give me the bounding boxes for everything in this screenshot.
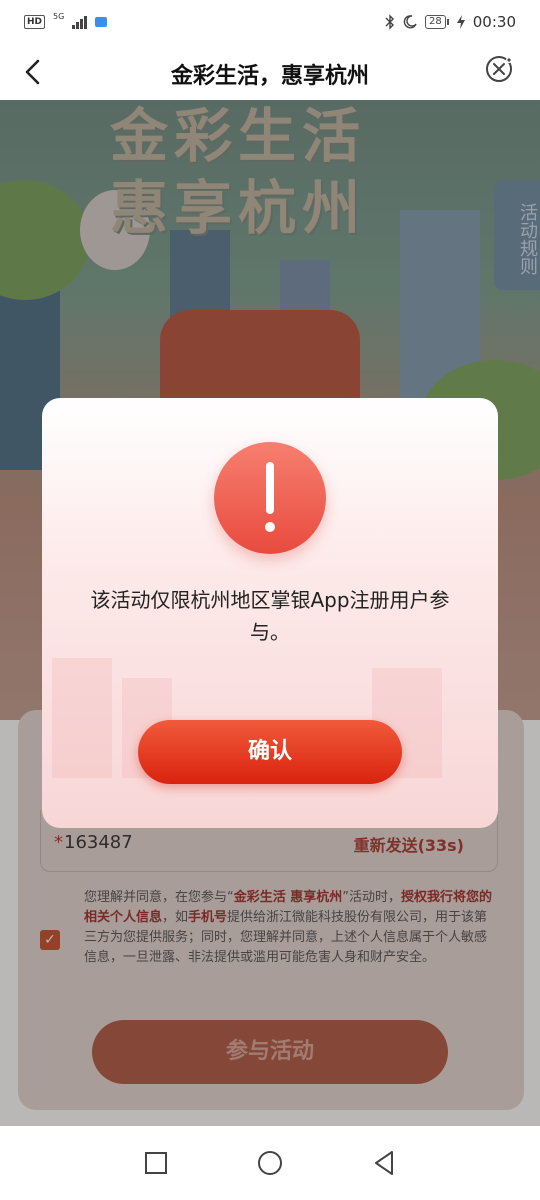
alert-dialog: 该活动仅限杭州地区掌银App注册用户参与。 确认 (42, 398, 498, 828)
status-left: HD 5G (24, 11, 108, 29)
confirm-button[interactable]: 确认 (138, 720, 402, 784)
battery-level: 28 (425, 15, 446, 29)
hd-indicator: HD (24, 15, 46, 29)
home-icon[interactable] (257, 1150, 283, 1176)
charging-icon (456, 15, 465, 29)
dialog-decoration (52, 658, 112, 778)
clock: 00:30 (472, 13, 516, 31)
page-title: 金彩生活，惠享杭州 (170, 64, 369, 89)
close-icon[interactable] (484, 54, 514, 84)
navigation-bar: 金彩生活，惠享杭州 (0, 44, 540, 100)
bluetooth-icon (385, 14, 395, 30)
moon-icon (403, 15, 417, 29)
status-right: 28 00:30 (385, 13, 516, 31)
system-navigation-bar (0, 1126, 540, 1200)
recent-apps-icon[interactable] (144, 1151, 168, 1175)
signal-icon (72, 15, 88, 29)
app-notification-icon (95, 17, 108, 27)
warning-icon (214, 442, 326, 554)
status-bar: HD 5G 28 00:30 (0, 0, 540, 44)
back-nav-icon[interactable] (372, 1150, 396, 1176)
battery-icon: 28 (425, 15, 449, 29)
dialog-message: 该活动仅限杭州地区掌银App注册用户参与。 (90, 588, 450, 644)
network-type: 5G (53, 11, 65, 21)
